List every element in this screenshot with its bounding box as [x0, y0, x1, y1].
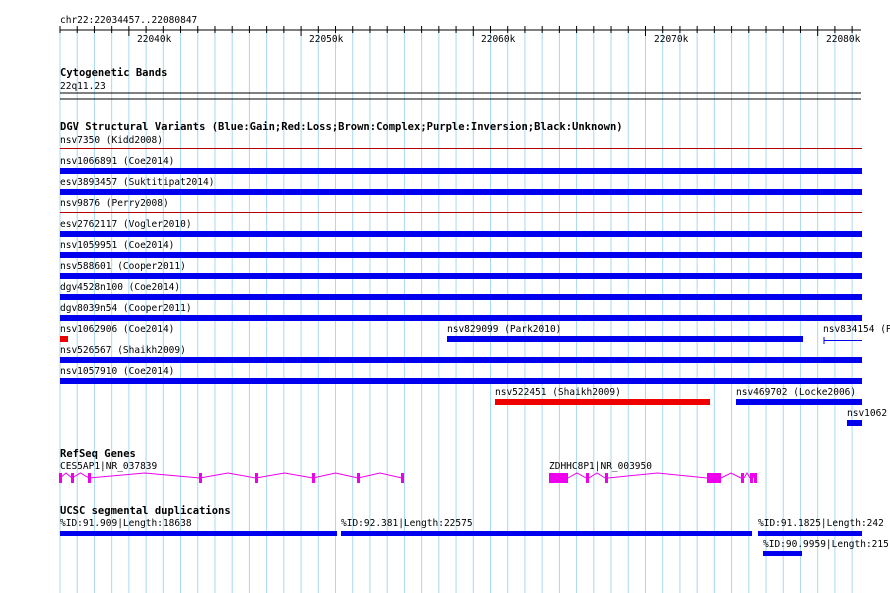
ruler-tick-22070k: 22070k [654, 34, 689, 45]
dgv-feature-bar [447, 336, 803, 342]
dgv-feature-bar [60, 315, 862, 321]
dgv-feature-label[interactable]: nsv1059951 (Coe2014) [60, 240, 174, 251]
gene-exon [549, 473, 568, 483]
dgv-feature-bar [60, 212, 862, 213]
gene-exon [401, 473, 404, 483]
dgv-feature-label[interactable]: nsv1057910 (Coe2014) [60, 366, 174, 377]
ruler-tick-22080k: 22080k [826, 34, 861, 45]
gene-intron [71, 472, 90, 479]
dgv-feature-bar [60, 336, 68, 342]
dgv-feature-bar [60, 294, 862, 300]
dgv-feature-label[interactable]: nsv522451 (Shaikh2009) [495, 387, 621, 398]
region-label: chr22:22034457..22080847 [60, 15, 198, 26]
dgv-feature-label[interactable]: nsv7350 (Kidd2008) [60, 135, 163, 146]
segdup-bar [763, 551, 802, 556]
dgv-feature-label[interactable]: nsv526567 (Shaikh2009) [60, 345, 186, 356]
gene-intron [255, 472, 314, 479]
gene-exon [71, 473, 74, 483]
dgv-feature-label[interactable]: dgv4528n100 (Coe2014) [60, 282, 180, 293]
genome-browser-view[interactable]: chr22:22034457..22080847 22040k 22050k 2… [0, 0, 890, 593]
ruler-tick-22060k: 22060k [481, 34, 516, 45]
gene-intron [357, 472, 403, 479]
gene-exon [750, 473, 753, 483]
gene-exon [199, 473, 202, 483]
dgv-feature-label[interactable]: dgv8039n54 (Cooper2011) [60, 303, 192, 314]
ruler-tick-22040k: 22040k [137, 34, 172, 45]
dgv-feature-bar [60, 168, 862, 174]
dgv-feature-label[interactable]: nsv834154 (P [823, 324, 890, 335]
segdup-feature-label[interactable]: %ID:91.909|Length:18638 [60, 518, 192, 529]
dgv-feature-bar [60, 189, 862, 195]
dgv-feature-bar [736, 399, 862, 405]
dgv-feature-bar [847, 420, 862, 426]
gene-exon [255, 473, 258, 483]
dgv-feature-label[interactable]: nsv588601 (Cooper2011) [60, 261, 186, 272]
gene-label[interactable]: CES5AP1|NR_037839 [60, 461, 157, 472]
segdup-feature-label[interactable]: %ID:91.1825|Length:242 [758, 518, 884, 529]
gene-exon [605, 473, 608, 483]
segdup-bar [60, 531, 337, 536]
segdup-feature-label[interactable]: %ID:90.9959|Length:215 [763, 539, 889, 550]
dgv-feature-bar [60, 357, 862, 363]
dgv-feature-label[interactable]: nsv469702 (Locke2006) [736, 387, 856, 398]
gene-intron [607, 472, 708, 479]
gene-intron [588, 472, 606, 479]
dgv-feature-label[interactable]: nsv1062 [847, 408, 887, 419]
dgv-feature-bar [60, 231, 862, 237]
gene-exon [754, 473, 757, 483]
gene-exon [357, 473, 360, 483]
dgv-feature-bar [60, 378, 862, 384]
dgv-feature-label[interactable]: nsv9876 (Perry2008) [60, 198, 169, 209]
ruler-tick-22050k: 22050k [309, 34, 344, 45]
dgv-feature-bar [60, 252, 862, 258]
cytoband-label[interactable]: 22q11.23 [60, 81, 106, 92]
dgv-feature-label[interactable]: nsv1066891 (Coe2014) [60, 156, 174, 167]
dgv-feature-label[interactable]: esv2762117 (Vogler2010) [60, 219, 192, 230]
segdup-feature-label[interactable]: %ID:92.381|Length:22575 [341, 518, 473, 529]
gene-exon [707, 473, 721, 483]
gene-intron [88, 472, 201, 479]
dgv-feature-label[interactable]: nsv1062906 (Coe2014) [60, 324, 174, 335]
gene-exon [741, 473, 744, 483]
gene-exon [59, 473, 62, 483]
refseq-track-title: RefSeq Genes [60, 448, 136, 460]
cytogenetic-bands-track-title: Cytogenetic Bands [60, 67, 168, 79]
gene-intron [720, 472, 742, 479]
dgv-feature-bar [824, 340, 862, 341]
segdup-bar [341, 531, 752, 536]
gene-exon [312, 473, 315, 483]
dgv-feature-label[interactable]: esv3893457 (Suktitipat2014) [60, 177, 214, 188]
segdup-track-title: UCSC segmental duplications [60, 505, 231, 517]
dgv-track-title: DGV Structural Variants (Blue:Gain;Red:L… [60, 121, 623, 133]
dgv-feature-bar [495, 399, 710, 405]
dgv-feature-bar [60, 273, 862, 279]
segdup-bar [758, 531, 862, 536]
dgv-feature-bar [60, 148, 862, 149]
gene-exon [88, 473, 91, 483]
gene-intron [199, 472, 257, 479]
gene-label[interactable]: ZDHHC8P1|NR_003950 [549, 461, 652, 472]
dgv-feature-label[interactable]: nsv829099 (Park2010) [447, 324, 561, 335]
gene-exon [586, 473, 589, 483]
gene-intron [752, 472, 755, 479]
